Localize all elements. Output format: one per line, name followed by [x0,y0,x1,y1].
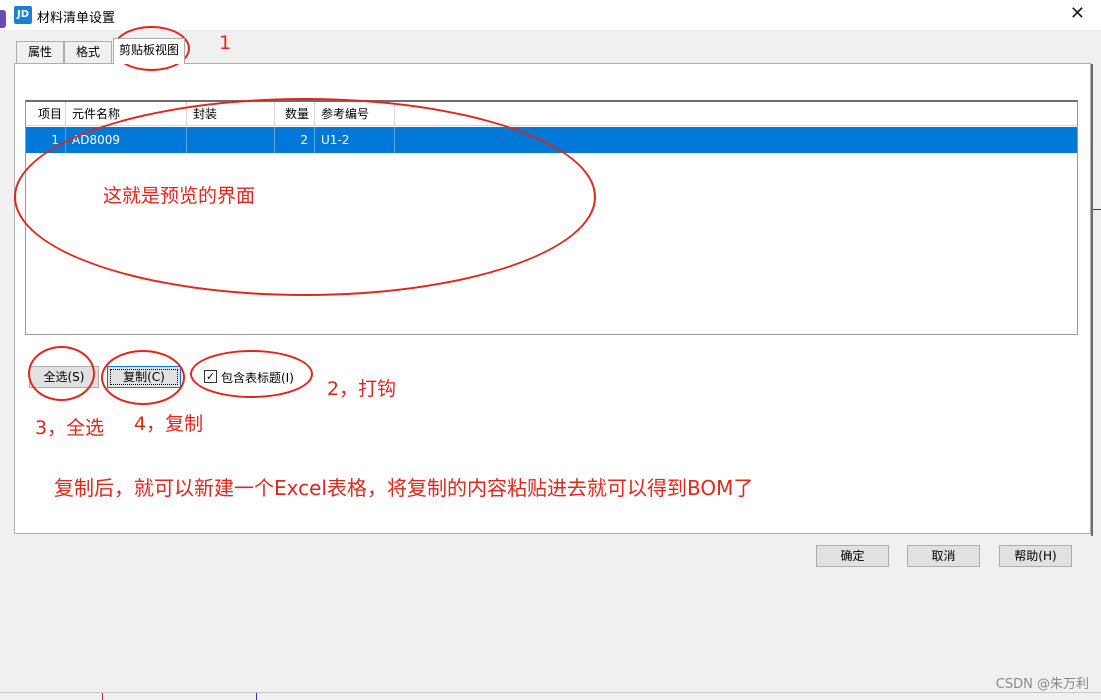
annotation-step-4: 4，复制 [134,413,204,435]
tab-label: 格式 [75,45,100,59]
close-icon[interactable]: ✕ [1070,4,1085,24]
annotation-circle-copy [101,350,185,405]
window-title: 材料清单设置 [37,11,116,26]
background-line [256,692,257,700]
annotation-circle-select-all [28,346,95,401]
tab-label: 属性 [27,45,52,59]
annotation-step-2: 2，打钩 [327,378,397,400]
background-line [0,692,1101,693]
watermark: CSDN @朱万利 [995,677,1089,692]
help-button[interactable]: 帮助(H) [999,545,1072,567]
annotation-step-1: 1 [219,32,232,54]
tab-format[interactable]: 格式 [64,41,112,63]
annotation-note: 复制后，就可以新建一个Excel表格，将复制的内容粘贴进去就可以得到BOM了 [54,476,754,500]
taskbar-edge-icon [0,10,6,28]
column-header-item[interactable]: 项目 [26,102,66,126]
annotation-circle-checkbox [190,350,313,398]
annotation-preview-text: 这就是预览的界面 [103,185,256,207]
app-icon: JD [14,6,32,24]
panel-shadow [1091,64,1093,536]
tab-properties[interactable]: 属性 [16,41,64,63]
cancel-button[interactable]: 取消 [907,545,980,567]
tab-label: 剪贴板视图 [118,43,179,57]
ok-button[interactable]: 确定 [816,545,889,567]
annotation-step-3: 3，全选 [35,417,105,439]
annotation-circle-preview [14,98,596,296]
tab-clipboard-view[interactable]: 剪贴板视图 [113,38,185,64]
background-line [102,692,103,700]
title-bar: JD 材料清单设置 ✕ [0,0,1101,30]
